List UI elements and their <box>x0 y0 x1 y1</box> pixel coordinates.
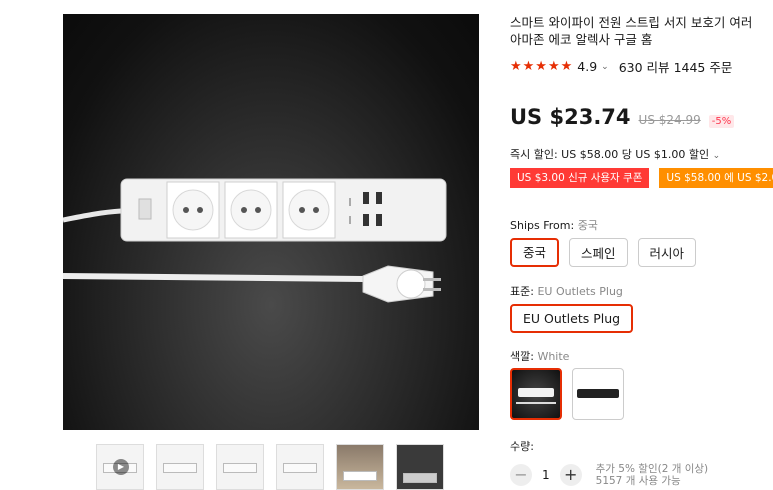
main-product-image[interactable] <box>63 14 479 430</box>
quantity-stepper: − 1 + 추가 5% 할인(2 개 이상) 5157 개 사용 가능 <box>510 463 708 487</box>
standard-label: 표준: EU Outlets Plug <box>510 283 623 299</box>
rating-row: ★★★★★ 4.9 ⌄ 630 리뷰 1445 주문 <box>510 57 732 76</box>
thumbnail-6[interactable] <box>396 444 444 490</box>
standard-options: EU Outlets Plug <box>510 304 634 333</box>
ships-from-options: 중국 스페인 러시아 <box>510 238 697 267</box>
chevron-down-icon[interactable]: ⌄ <box>601 62 609 72</box>
quantity-value[interactable]: 1 <box>542 468 550 482</box>
stock-available-note: 5157 개 사용 가능 <box>595 475 681 487</box>
quantity-minus-button[interactable]: − <box>510 464 532 486</box>
thumbnail-4[interactable] <box>276 444 324 490</box>
color-options <box>510 368 624 420</box>
color-swatch-black[interactable] <box>572 368 624 420</box>
price-row: US $23.74 US $24.99 -5% <box>510 105 735 129</box>
color-swatch-white[interactable] <box>510 368 562 420</box>
chevron-down-icon: ⌄ <box>712 151 721 161</box>
ships-from-title: Ships From: <box>510 219 575 232</box>
store-coupon[interactable]: US $58.00 에 US $2.0 <box>659 168 773 188</box>
ships-from-option-spain[interactable]: 스페인 <box>569 238 628 267</box>
thumbnail-2[interactable] <box>156 444 204 490</box>
new-user-coupon[interactable]: US $3.00 신규 사용자 쿠폰 <box>510 168 650 188</box>
color-value: White <box>537 350 570 363</box>
power-strip-illustration <box>63 178 447 303</box>
discount-badge: -5% <box>708 115 735 128</box>
product-title: 스마트 와이파이 전원 스트립 서지 보호기 여러 아마존 에코 알렉사 구글 … <box>510 14 773 48</box>
quantity-plus-button[interactable]: + <box>559 464 582 486</box>
rating-value[interactable]: 4.9 <box>577 59 597 74</box>
quantity-label: 수량: <box>510 440 534 453</box>
thumbnail-3[interactable] <box>216 444 264 490</box>
rating-stars-icon: ★★★★★ <box>510 59 574 74</box>
product-title-line1: 스마트 와이파이 전원 스트립 서지 보호기 여러 <box>510 15 753 30</box>
coupon-row: US $3.00 신규 사용자 쿠폰 US $58.00 에 US $2.0 <box>510 168 773 188</box>
play-icon: ▶ <box>113 459 129 475</box>
original-price: US $24.99 <box>638 113 701 127</box>
thumbnail-video[interactable]: ▶ <box>96 444 144 490</box>
standard-option-eu-plug[interactable]: EU Outlets Plug <box>510 304 634 333</box>
ships-from-option-china[interactable]: 중국 <box>510 238 560 267</box>
order-count: 1445 주문 <box>673 60 733 75</box>
instant-discount-text: 즉시 할인: US $58.00 당 US $1.00 할인 <box>510 148 710 161</box>
ships-from-option-russia[interactable]: 러시아 <box>637 238 697 267</box>
ships-from-label: Ships From: 중국 <box>510 217 598 233</box>
standard-value: EU Outlets Plug <box>537 285 623 298</box>
thumbnail-strip: ▶ <box>96 444 444 490</box>
standard-title: 표준: <box>510 285 534 298</box>
quantity-note: 추가 5% 할인(2 개 이상) 5157 개 사용 가능 <box>596 463 709 487</box>
thumbnail-5[interactable] <box>336 444 384 490</box>
bulk-discount-note: 추가 5% 할인(2 개 이상) <box>595 463 709 475</box>
review-count[interactable]: 630 리뷰 <box>619 57 670 76</box>
instant-discount[interactable]: 즉시 할인: US $58.00 당 US $1.00 할인 ⌄ <box>510 146 720 162</box>
color-title: 색깔: <box>510 350 534 363</box>
ships-from-value: 중국 <box>577 219 598 232</box>
color-label: 색깔: White <box>510 348 569 364</box>
product-title-line2: 아마존 에코 알렉사 구글 홈 <box>510 32 653 47</box>
current-price: US $23.74 <box>510 105 631 129</box>
